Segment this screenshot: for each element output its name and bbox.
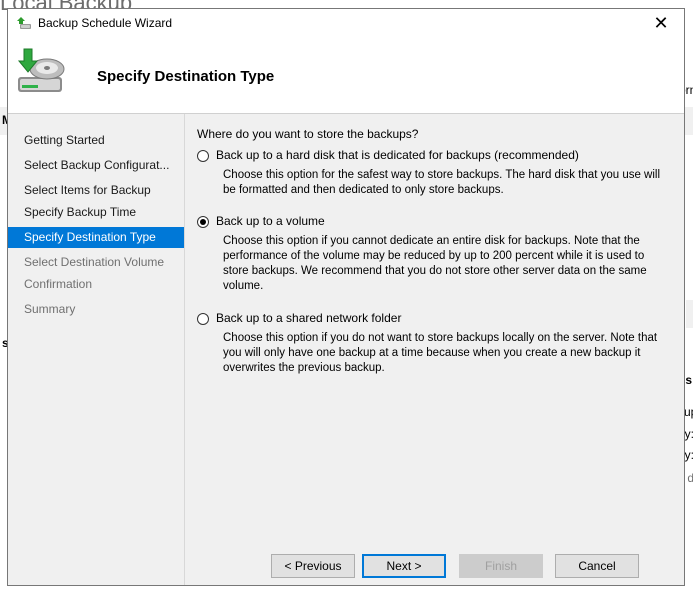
dedicated-disk-label[interactable]: Back up to a hard disk that is dedicated… <box>216 148 579 162</box>
volume-label[interactable]: Back up to a volume <box>216 214 325 228</box>
close-icon: ✕ <box>653 13 669 33</box>
background-right-strip <box>686 300 693 328</box>
wizard-steps-panel: Getting Started Select Backup Configurat… <box>8 114 185 585</box>
step-select-items-for-backup[interactable]: Select Items for Backup <box>8 180 184 201</box>
backup-app-icon <box>17 17 31 29</box>
backup-disk-icon <box>17 48 65 92</box>
step-select-backup-configuration[interactable]: Select Backup Configurat... <box>8 155 184 176</box>
network-folder-radio[interactable] <box>197 313 209 325</box>
volume-description: Choose this option if you cannot dedicat… <box>223 235 647 292</box>
step-specify-backup-time[interactable]: Specify Backup Time <box>8 202 184 223</box>
step-specify-destination-type[interactable]: Specify Destination Type <box>8 227 184 248</box>
finish-button: Finish <box>459 554 543 578</box>
title-bar[interactable]: Backup Schedule Wizard ✕ <box>8 9 684 38</box>
close-button[interactable]: ✕ <box>638 9 684 38</box>
network-folder-label[interactable]: Back up to a shared network folder <box>216 311 401 325</box>
network-folder-description: Choose this option if you do not want to… <box>223 332 658 374</box>
dedicated-disk-description: Choose this option for the safest way to… <box>223 169 661 196</box>
wizard-header: Specify Destination Type <box>8 38 684 114</box>
volume-radio[interactable] <box>197 216 209 228</box>
previous-button[interactable]: < Previous <box>271 554 355 578</box>
wizard-content: Where do you want to store the backups? … <box>185 114 684 585</box>
cancel-button[interactable]: Cancel <box>555 554 639 578</box>
dialog-title: Backup Schedule Wizard <box>38 16 173 30</box>
step-confirmation: Confirmation <box>24 277 93 291</box>
page-title: Specify Destination Type <box>97 68 275 85</box>
step-summary: Summary <box>24 302 76 316</box>
wizard-body: Getting Started Select Backup Configurat… <box>8 114 684 585</box>
step-select-destination-volume: Select Destination Volume <box>24 255 165 269</box>
next-button[interactable]: Next > <box>362 554 446 578</box>
step-getting-started[interactable]: Getting Started <box>8 130 184 151</box>
dedicated-disk-radio[interactable] <box>197 150 209 162</box>
destination-question: Where do you want to store the backups? <box>197 127 419 141</box>
backup-schedule-wizard-dialog: Backup Schedule Wizard ✕ Specify Destina… <box>7 8 685 586</box>
